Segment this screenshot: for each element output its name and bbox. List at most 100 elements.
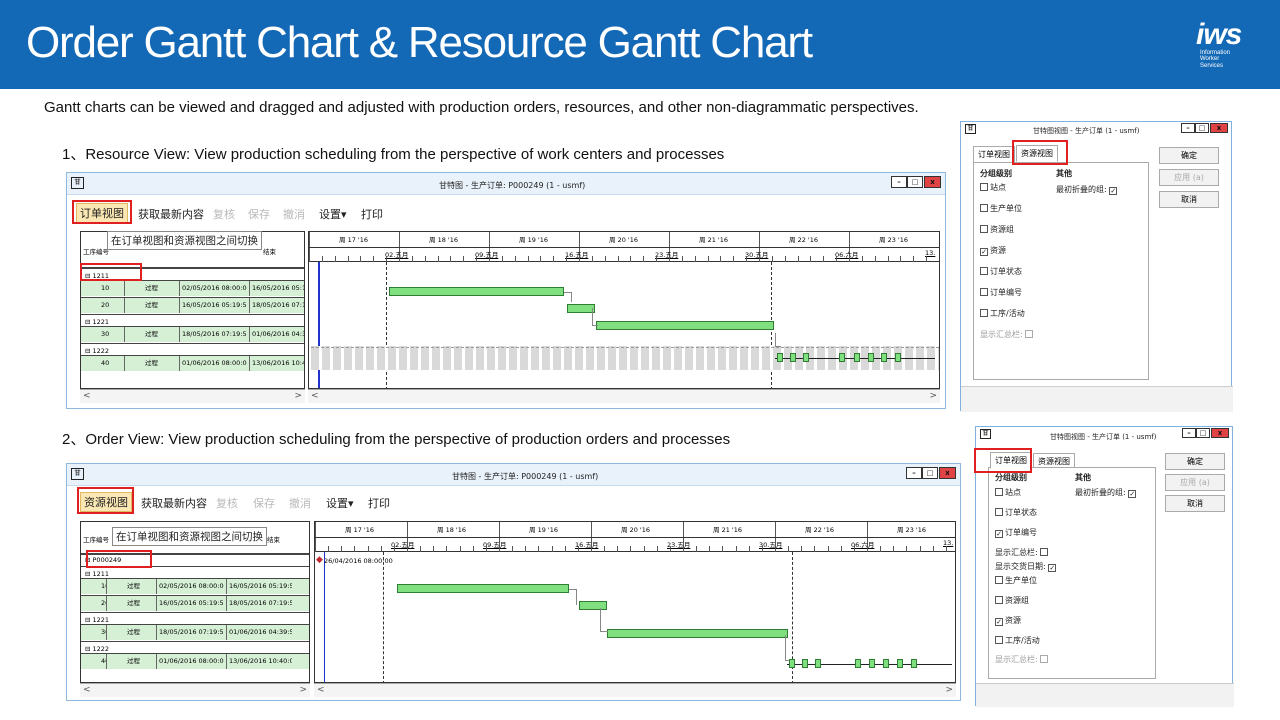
- refresh-button[interactable]: 获取最新内容: [138, 206, 204, 222]
- option-1[interactable]: 资源组: [995, 595, 1029, 606]
- gantt-scrollbar[interactable]: < >: [314, 683, 956, 697]
- checkbox-icon[interactable]: ✓: [995, 530, 1003, 538]
- close-button[interactable]: x: [939, 467, 956, 479]
- maximize-button[interactable]: □: [1195, 123, 1209, 133]
- summary-option-bottom[interactable]: 显示汇总栏:: [995, 654, 1050, 665]
- settings-menu[interactable]: 设置▾: [319, 206, 347, 222]
- grid-row-data[interactable]: 30过程18/05/2016 07:19:501/06/2016 04:39:5: [81, 326, 304, 342]
- cancel-button[interactable]: 取消: [1165, 495, 1225, 512]
- scroll-right-icon[interactable]: >: [299, 685, 307, 695]
- checkbox-icon[interactable]: [995, 488, 1003, 496]
- checkbox-icon[interactable]: [980, 309, 988, 317]
- grid-row-data[interactable]: 10过程02/05/2016 08:00:016/05/2016 05:19:5: [81, 280, 304, 296]
- task-segment[interactable]: [869, 659, 875, 668]
- option-4[interactable]: 订单状态: [980, 266, 1022, 277]
- collapse-option[interactable]: 最初折叠的组: ✓: [1056, 184, 1119, 195]
- checkbox-icon[interactable]: ✓: [1128, 490, 1137, 498]
- grid-row-data[interactable]: 20过程16/05/2016 05:19:518/05/2016 07:19:5: [81, 595, 309, 611]
- task-segment[interactable]: [854, 353, 860, 362]
- scroll-left-icon[interactable]: <: [311, 391, 319, 401]
- scroll-left-icon[interactable]: <: [83, 391, 91, 401]
- checkbox-icon[interactable]: [980, 288, 988, 296]
- close-button[interactable]: x: [924, 176, 941, 188]
- checkbox-icon[interactable]: [995, 508, 1003, 516]
- grid-scrollbar[interactable]: < >: [80, 683, 310, 697]
- task-segment[interactable]: [803, 353, 809, 362]
- apply-button[interactable]: 应用 (a): [1159, 169, 1219, 186]
- checkbox-icon[interactable]: [980, 267, 988, 275]
- grid-row-data[interactable]: 20过程16/05/2016 05:19:518/05/2016 07:19:5: [81, 297, 304, 313]
- option-1[interactable]: 生产单位: [980, 203, 1022, 214]
- checkbox-icon[interactable]: [995, 576, 1003, 584]
- scroll-right-icon[interactable]: >: [929, 391, 937, 401]
- maximize-button[interactable]: □: [922, 467, 938, 479]
- checkbox-icon[interactable]: [980, 225, 988, 233]
- save-button[interactable]: 保存: [248, 206, 270, 222]
- scroll-right-icon[interactable]: >: [945, 685, 953, 695]
- maximize-button[interactable]: □: [907, 176, 923, 188]
- maximize-button[interactable]: □: [1196, 428, 1210, 438]
- task-segment[interactable]: [815, 659, 821, 668]
- task-segment[interactable]: [868, 353, 874, 362]
- apply-button[interactable]: 应用 (a): [1165, 474, 1225, 491]
- save-button[interactable]: 保存: [253, 495, 275, 511]
- close-button[interactable]: x: [1210, 123, 1228, 133]
- checkbox-icon[interactable]: [995, 596, 1003, 604]
- option-2[interactable]: ✓ 订单编号: [995, 527, 1037, 538]
- review-button[interactable]: 复核: [216, 495, 238, 511]
- task-segment[interactable]: [802, 659, 808, 668]
- gantt-chart-area[interactable]: 周 17 '16 周 18 '16 周 19 '16 周 20 '16 周 21 '16…: [308, 231, 940, 389]
- gantt-chart-area[interactable]: 周 17 '16 周 18 '16 周 19 '16 周 20 '16 周 21 '16…: [314, 521, 956, 683]
- print-button[interactable]: 打印: [368, 495, 390, 511]
- checkbox-icon[interactable]: ✓: [980, 248, 988, 256]
- scroll-right-icon[interactable]: >: [294, 391, 302, 401]
- grid-scrollbar[interactable]: < >: [80, 389, 305, 403]
- option-3[interactable]: ✓ 资源: [980, 245, 1006, 256]
- option-2[interactable]: ✓ 资源: [995, 615, 1021, 626]
- task-segment[interactable]: [883, 659, 889, 668]
- refresh-button[interactable]: 获取最新内容: [141, 495, 207, 511]
- summary-option[interactable]: 显示汇总栏:: [995, 547, 1050, 558]
- close-button[interactable]: x: [1211, 428, 1229, 438]
- task-segment[interactable]: [881, 353, 887, 362]
- cancel-button[interactable]: 取消: [1159, 191, 1219, 208]
- checkbox-icon[interactable]: [995, 636, 1003, 644]
- checkbox-icon[interactable]: [980, 204, 988, 212]
- task-segment[interactable]: [855, 659, 861, 668]
- checkbox-icon[interactable]: [1040, 548, 1049, 556]
- task-segment[interactable]: [911, 659, 917, 668]
- task-segment[interactable]: [777, 353, 783, 362]
- checkbox-icon[interactable]: ✓: [995, 618, 1003, 626]
- option-1[interactable]: 订单状态: [995, 507, 1037, 518]
- tab-order-view[interactable]: 订单视图: [973, 146, 1015, 163]
- scroll-left-icon[interactable]: <: [83, 685, 91, 695]
- option-0[interactable]: 站点: [995, 487, 1021, 498]
- summary-option[interactable]: 显示汇总栏:: [980, 329, 1035, 340]
- task-segment[interactable]: [897, 659, 903, 668]
- option-3[interactable]: 工序/活动: [995, 635, 1040, 646]
- checkbox-icon[interactable]: [1025, 330, 1034, 338]
- undo-button[interactable]: 撤消: [283, 206, 305, 222]
- minimize-button[interactable]: –: [1182, 428, 1196, 438]
- task-bar[interactable]: [397, 584, 569, 593]
- review-button[interactable]: 复核: [213, 206, 235, 222]
- ok-button[interactable]: 确定: [1165, 453, 1225, 470]
- checkbox-icon[interactable]: ✓: [1109, 187, 1118, 195]
- grid-row-data[interactable]: 40过程01/06/2016 08:00:013/06/2016 10:40:0: [81, 653, 309, 669]
- task-segment[interactable]: [789, 659, 795, 668]
- option-2[interactable]: 资源组: [980, 224, 1014, 235]
- checkbox-icon[interactable]: [1040, 655, 1049, 663]
- checkbox-icon[interactable]: ✓: [1048, 564, 1057, 572]
- undo-button[interactable]: 撤消: [289, 495, 311, 511]
- print-button[interactable]: 打印: [361, 206, 383, 222]
- collapse-option[interactable]: 最初折叠的组: ✓: [1075, 487, 1138, 498]
- task-segment[interactable]: [839, 353, 845, 362]
- task-bar[interactable]: [389, 287, 564, 296]
- option-0[interactable]: 站点: [980, 182, 1006, 193]
- ok-button[interactable]: 确定: [1159, 147, 1219, 164]
- option-5[interactable]: 订单编号: [980, 287, 1022, 298]
- delivery-option[interactable]: 显示交货日期: ✓: [995, 561, 1058, 572]
- grid-row-data[interactable]: 10过程02/05/2016 08:00:016/05/2016 05:19:5: [81, 578, 309, 594]
- grid-row-data[interactable]: 30过程18/05/2016 07:19:501/06/2016 04:39:5: [81, 624, 309, 640]
- task-bar[interactable]: [607, 629, 788, 638]
